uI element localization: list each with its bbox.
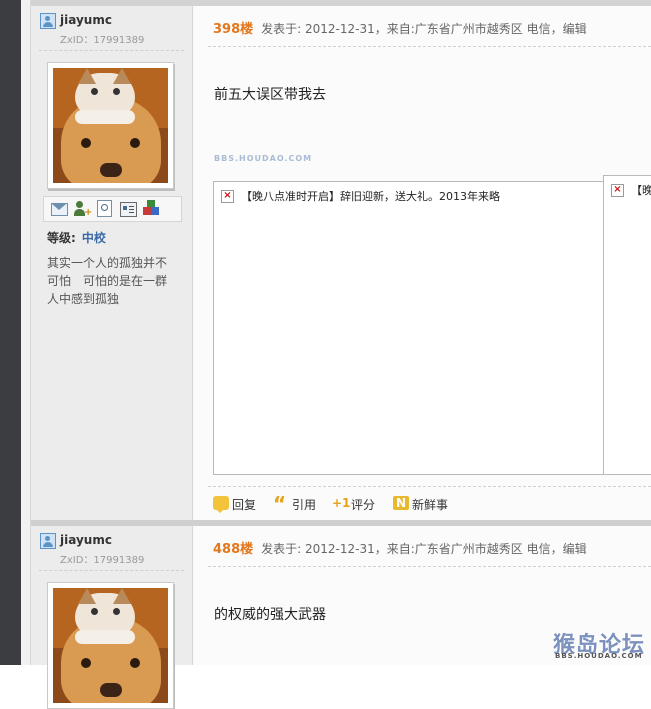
rate-icon: +1	[332, 496, 351, 510]
add-friend-icon[interactable]: +	[74, 200, 92, 218]
embed-title-side[interactable]: 【晚	[631, 182, 651, 198]
message-icon[interactable]	[51, 203, 68, 216]
level-label: 等级:	[47, 231, 76, 245]
embedded-frame-side[interactable]: × 【晚	[603, 175, 651, 475]
post-header: 488楼 发表于: 2012-12-31，来自:广东省广州市越秀区 电信，编辑	[213, 538, 651, 557]
profile-icon[interactable]	[120, 202, 137, 217]
user-level: 等级: 中校	[47, 229, 106, 246]
post-meta: 发表于: 2012-12-31，来自:广东省广州市越秀区 电信，编辑	[261, 22, 587, 36]
avatar[interactable]	[47, 62, 174, 189]
username[interactable]: jiayumc	[60, 13, 112, 27]
rate-label: 评分	[351, 498, 376, 512]
post-main: 398楼 发表于: 2012-12-31，来自:广东省广州市越秀区 电信，编辑 前…	[193, 6, 651, 520]
post-header: 398楼 发表于: 2012-12-31，来自:广东省广州市越秀区 电信，编辑	[213, 18, 651, 37]
floor-number[interactable]: 398楼	[213, 22, 253, 37]
user-sidebar: jiayumc ZxID：17991389 + 等级: 中校 其实一个人的孤独并…	[31, 6, 193, 520]
zxid: ZxID：17991389	[60, 35, 145, 46]
user-icon	[40, 13, 56, 29]
site-logo-en: BBS.HOUDAO.COM	[555, 652, 643, 660]
level-value[interactable]: 中校	[82, 231, 106, 245]
news-icon: N	[393, 496, 409, 510]
avatar-image	[53, 68, 168, 183]
search-icon[interactable]	[97, 200, 112, 217]
post-content: 的权威的强大武器	[214, 607, 326, 623]
broken-image-icon: ×	[611, 184, 624, 197]
sidebar-divider	[39, 570, 184, 571]
zxid: ZxID：17991389	[60, 555, 145, 566]
user-action-bar: +	[43, 196, 182, 222]
avatar-image	[53, 588, 168, 703]
content-watermark: BBS.HOUDAO.COM	[214, 154, 313, 163]
avatar[interactable]	[47, 582, 174, 709]
reply-icon	[213, 496, 229, 513]
window-left-edge	[0, 0, 21, 665]
site-logo: 猴岛论坛 BBS.HOUDAO.COM	[553, 627, 649, 663]
sidebar-divider	[39, 50, 184, 51]
header-divider	[208, 46, 651, 47]
username[interactable]: jiayumc	[60, 533, 112, 547]
quote-icon: “	[273, 492, 287, 516]
header-divider	[208, 566, 651, 567]
post-398: jiayumc ZxID：17991389 + 等级: 中校 其实一个人的孤独并…	[31, 0, 651, 520]
post-meta: 发表于: 2012-12-31，来自:广东省广州市越秀区 电信，编辑	[261, 542, 587, 556]
window-left-border	[21, 0, 31, 665]
user-signature: 其实一个人的孤独并不可怕 可怕的是在一群人中感到孤独	[47, 256, 168, 306]
floor-number[interactable]: 488楼	[213, 542, 253, 557]
news-label: 新鲜事	[412, 498, 449, 512]
user-icon	[40, 533, 56, 549]
user-sidebar: jiayumc ZxID：17991389	[31, 526, 193, 709]
embed-title[interactable]: 【晚八点准时开启】辞旧迎新，送大礼。2013年来略	[241, 188, 500, 204]
post-content: 前五大误区带我去	[214, 87, 326, 103]
reply-label: 回复	[232, 498, 257, 512]
footer-divider	[208, 486, 651, 487]
quote-label: 引用	[292, 498, 317, 512]
apps-icon[interactable]	[143, 200, 160, 217]
broken-image-icon: ×	[221, 190, 234, 203]
embedded-frame[interactable]: × 【晚八点准时开启】辞旧迎新，送大礼。2013年来略	[213, 181, 604, 475]
